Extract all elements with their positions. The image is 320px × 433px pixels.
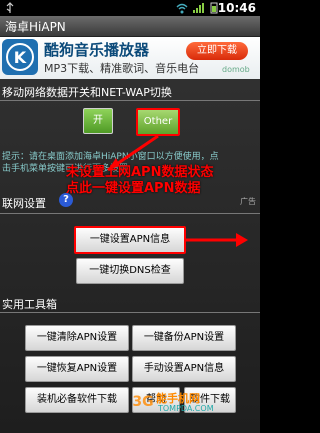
switch-dns-button[interactable]: 一键切换DNS检查 — [76, 258, 184, 284]
music-app-logo-icon: K — [2, 39, 38, 75]
hint-line-1: 提示：请在桌面添加海卓HiAPN小窗口以方便使用，点 — [2, 152, 219, 162]
divider — [0, 213, 260, 214]
network-settings-title: 联网设置 — [2, 197, 46, 210]
divider — [0, 312, 260, 313]
app-title-bar: 海卓HiAPN — [0, 16, 260, 37]
manual-apn-button[interactable]: 手动设置APN信息 — [132, 356, 236, 382]
usb-icon — [6, 2, 14, 13]
ad-download-button[interactable]: 立即下载 — [186, 42, 248, 60]
restore-apn-button[interactable]: 一键恢复APN设置 — [25, 356, 129, 382]
divider — [0, 100, 260, 101]
net-wap-other-toggle[interactable]: Other — [136, 108, 180, 136]
tools-section-title: 实用工具箱 — [2, 298, 57, 311]
ad-banner[interactable]: K 酷狗音乐播放器 MP3下载、精准歌词、音乐电台 立即下载 domob — [0, 37, 260, 79]
status-bar: 10:46 — [0, 0, 260, 16]
ad-title: 酷狗音乐播放器 — [44, 41, 150, 59]
app-title: 海卓HiAPN — [5, 20, 66, 34]
clear-apn-button[interactable]: 一键清除APN设置 — [25, 325, 129, 351]
watermark-logo-icon: 3G — [132, 394, 153, 409]
ad-brand: domob — [222, 65, 250, 74]
cellular-signal-icon — [193, 3, 204, 13]
wifi-signal-icon — [176, 3, 188, 14]
status-time: 10:46 — [217, 1, 256, 15]
ad-subtitle: MP3下载、精准歌词、音乐电台 — [44, 62, 200, 75]
svg-text:K: K — [14, 48, 27, 67]
set-apn-button[interactable]: 一键设置APN信息 — [74, 226, 186, 254]
software-download-button[interactable]: 装机必备软件下载 — [25, 387, 129, 413]
watermark-url: TOMPDA.COM — [158, 404, 214, 413]
ad-suffix-label: 广告 — [240, 197, 256, 206]
help-question-icon[interactable]: ? — [59, 193, 73, 207]
mobile-data-section-title: 移动网络数据开关和NET-WAP切换 — [2, 86, 172, 99]
data-on-toggle[interactable]: 开 — [83, 108, 113, 134]
svg-text:3G: 3G — [132, 394, 153, 409]
backup-apn-button[interactable]: 一键备份APN设置 — [132, 325, 236, 351]
annotation-line-1: 未设置上网APN数据状态 — [66, 165, 214, 180]
annotation-line-2: 点此一键设置APN数据 — [66, 181, 201, 196]
